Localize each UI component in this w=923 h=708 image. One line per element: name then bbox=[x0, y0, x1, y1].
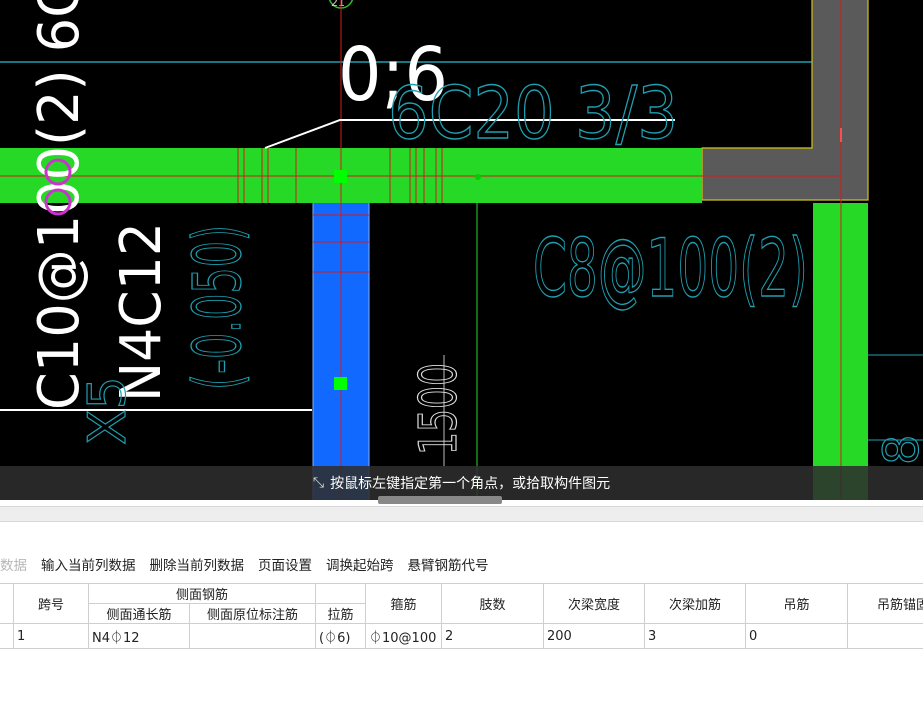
header-hanger-anchor: 吊筋锚固 bbox=[847, 583, 923, 624]
header-stirrup: 箍筋 bbox=[365, 583, 443, 624]
grey-column-block bbox=[702, 0, 868, 200]
cad-canvas[interactable]: 21 23 bbox=[0, 0, 923, 500]
cell-legs[interactable]: 2 bbox=[441, 623, 545, 649]
input-column-data-button[interactable]: 输入当前列数据 bbox=[34, 554, 143, 574]
label-dim-1500: 1500 bbox=[409, 363, 469, 455]
delete-column-data-button[interactable]: 删除当前列数据 bbox=[143, 554, 252, 574]
header-sec-beam-width: 次梁宽度 bbox=[543, 583, 646, 624]
header-sec-beam-add: 次梁加筋 bbox=[644, 583, 747, 624]
header-side-rebar-group: 侧面钢筋 bbox=[87, 583, 317, 604]
table-row[interactable]: 1 N4⏀12 (⏀6) ⏀10@100 2 200 3 0 bbox=[0, 623, 923, 649]
cell-span[interactable]: 1 bbox=[13, 623, 89, 649]
header-legs: 肢数 bbox=[441, 583, 545, 624]
beam-dot bbox=[475, 174, 481, 180]
cell-side-original[interactable] bbox=[188, 623, 317, 649]
cell-side-through[interactable]: N4⏀12 bbox=[88, 623, 190, 649]
panel-splitter-handle[interactable] bbox=[378, 496, 502, 504]
rebar-table: 跨号 侧面钢筋 箍筋 肢数 次梁宽度 次梁加筋 吊筋 吊筋锚固 侧面通长筋 侧面… bbox=[0, 583, 923, 649]
cell-sec-beam-width[interactable]: 200 bbox=[543, 623, 646, 649]
label-partial-right: 8 bbox=[874, 434, 923, 465]
label-left-offset: (-0.050) bbox=[179, 225, 256, 390]
label-left-bars: N4C12 bbox=[109, 222, 174, 402]
toolbar-item-disabled: 数据 bbox=[0, 558, 27, 574]
header-tie-top bbox=[315, 583, 367, 604]
cantilever-rebar-code-button[interactable]: 悬臂钢筋代号 bbox=[401, 554, 496, 574]
cell-hanger-anchor[interactable] bbox=[847, 623, 923, 649]
row-handle[interactable] bbox=[0, 623, 14, 649]
grip-beam[interactable] bbox=[334, 170, 347, 183]
label-left-x: X5 bbox=[78, 376, 138, 445]
header-side-through: 侧面通长筋 bbox=[88, 603, 190, 624]
header-side-original: 侧面原位标注筋 bbox=[188, 603, 317, 624]
command-prompt-text: 按鼠标左键指定第一个角点，或拾取构件图元 bbox=[330, 476, 611, 492]
table-toolbar: 数据 输入当前列数据 删除当前列数据 页面设置 调换起始跨 悬臂钢筋代号 bbox=[0, 550, 923, 578]
axis-label-21: 21 bbox=[331, 0, 345, 9]
label-left-stirrup: C10@100(2) 6C bbox=[27, 0, 92, 410]
shrink-arrows-icon: ⤡ bbox=[312, 475, 325, 491]
label-right-stirrup: C8@100(2) bbox=[533, 222, 808, 315]
cell-stirrup[interactable]: ⏀10@100 bbox=[365, 623, 443, 649]
cell-hanger[interactable]: 0 bbox=[745, 623, 849, 649]
cell-sec-beam-add[interactable]: 3 bbox=[644, 623, 747, 649]
swap-start-span-button[interactable]: 调换起始跨 bbox=[319, 554, 401, 574]
grip-column[interactable] bbox=[334, 377, 347, 390]
header-span: 跨号 bbox=[13, 583, 89, 624]
header-tie: 拉筋 bbox=[315, 603, 367, 624]
header-row-handle bbox=[0, 583, 14, 624]
header-hanger: 吊筋 bbox=[745, 583, 849, 624]
command-prompt-bar: ⤡ 按鼠标左键指定第一个角点，或拾取构件图元 bbox=[0, 466, 923, 500]
label-top-cyan: 6C20 3/3 bbox=[388, 71, 678, 155]
cell-tie[interactable]: (⏀6) bbox=[315, 623, 367, 649]
panel-header-strip bbox=[0, 506, 923, 522]
drawing-svg[interactable]: 21 23 bbox=[0, 0, 923, 500]
page-setup-button[interactable]: 页面设置 bbox=[251, 554, 319, 574]
